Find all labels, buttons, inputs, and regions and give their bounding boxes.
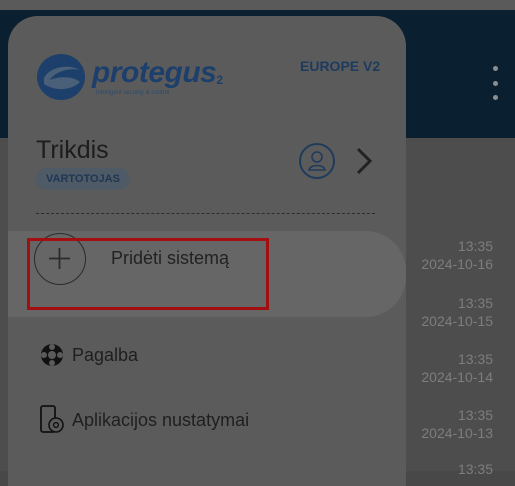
user-name: Trikdis bbox=[36, 136, 109, 164]
event-row[interactable]: 13:35 2024-10-16 bbox=[421, 237, 493, 273]
event-row[interactable]: 13:35 2024-10-13 bbox=[421, 406, 493, 442]
event-time: 13:35 bbox=[457, 238, 493, 254]
event-date: 2024-10-16 bbox=[421, 256, 493, 272]
brand-tagline: Intelligent security & control bbox=[96, 90, 170, 96]
brand-logo: protegus2 Intelligent security & control bbox=[36, 52, 226, 104]
event-row[interactable]: 13:35 2024-10-14 bbox=[421, 350, 493, 386]
event-row[interactable]: 13:35 2024-10-15 bbox=[421, 294, 493, 330]
event-date: 2024-10-13 bbox=[421, 425, 493, 441]
event-row[interactable]: 13:35 bbox=[458, 460, 493, 478]
event-date: 2024-10-14 bbox=[421, 369, 493, 385]
highlight-box bbox=[27, 238, 269, 310]
event-time: 13:35 bbox=[457, 461, 493, 477]
logo-globe-icon bbox=[37, 54, 85, 100]
brand-name: protegus2 bbox=[92, 56, 223, 89]
chevron-right-icon[interactable] bbox=[354, 146, 374, 176]
role-badge: VARTOTOJAS bbox=[36, 168, 130, 190]
menu-item-label: Aplikacijos nustatymai bbox=[72, 409, 250, 430]
region-label[interactable]: EUROPE V2 bbox=[300, 58, 380, 74]
menu-item-label: Pagalba bbox=[72, 344, 139, 365]
lifebuoy-icon bbox=[38, 340, 66, 370]
event-date: 2024-10-15 bbox=[421, 313, 493, 329]
menu-item-app-settings[interactable]: Aplikacijos nustatymai bbox=[38, 405, 249, 435]
event-time: 13:35 bbox=[457, 295, 493, 311]
menu-item-help[interactable]: Pagalba bbox=[38, 340, 138, 370]
event-time: 13:35 bbox=[457, 407, 493, 423]
more-options-icon[interactable] bbox=[490, 66, 500, 100]
divider bbox=[36, 213, 375, 214]
phone-settings-icon bbox=[38, 405, 66, 435]
user-profile-icon[interactable] bbox=[299, 143, 335, 179]
event-time: 13:35 bbox=[457, 351, 493, 367]
status-bar bbox=[0, 0, 515, 10]
